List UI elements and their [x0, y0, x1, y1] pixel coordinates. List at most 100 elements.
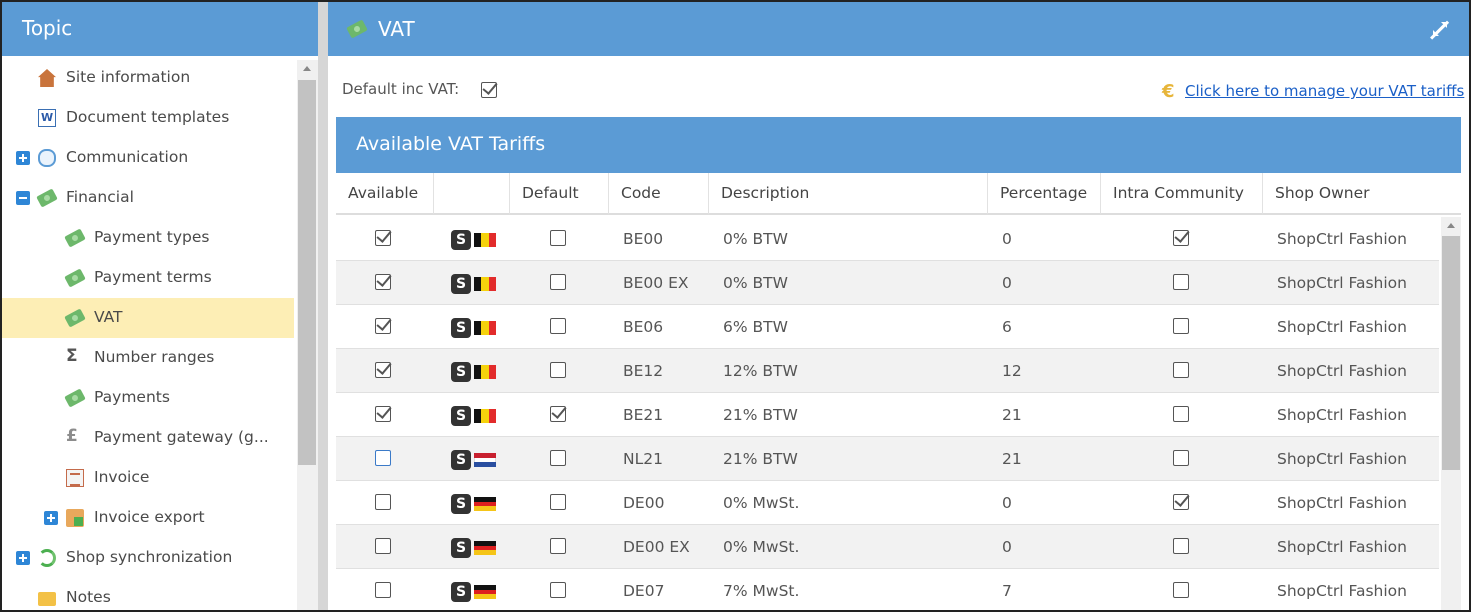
intra-community-checkbox[interactable] [1173, 362, 1189, 378]
tree-item-label: Payment types [94, 228, 210, 246]
vat-tariffs-grid: Available Default Code Description Percentag… [336, 173, 1461, 610]
available-checkbox[interactable] [375, 362, 391, 378]
grid-scrollbar[interactable] [1441, 217, 1461, 610]
flag-nl-icon [474, 453, 496, 468]
table-row[interactable]: S BE00 EX 0% BTW 0 ShopCtrl Fashion [336, 261, 1439, 305]
tree-item-label: Payments [94, 388, 170, 406]
intra-community-checkbox[interactable] [1173, 582, 1189, 598]
table-row[interactable]: S NL21 21% BTW 21 ShopCtrl Fashion [336, 437, 1439, 481]
available-checkbox[interactable] [375, 494, 391, 510]
default-checkbox[interactable] [550, 582, 566, 598]
col-shop-owner-header[interactable]: Shop Owner [1263, 173, 1461, 215]
tree-item-label: Invoice [94, 468, 150, 486]
table-row[interactable]: S BE12 12% BTW 12 ShopCtrl Fashion [336, 349, 1439, 393]
expand-icon[interactable] [1431, 20, 1449, 38]
tree-item-document-templates[interactable]: Document templates [2, 98, 294, 138]
tree-item-number-ranges[interactable]: Σ Number ranges [2, 338, 294, 378]
topic-scrollbar[interactable] [297, 60, 318, 610]
money-icon [64, 308, 86, 328]
topic-tree: Site information Document templates Commun… [2, 56, 294, 610]
shop-logo-icon: S [451, 538, 471, 558]
shop-logo-icon: S [451, 582, 471, 602]
shop-owner: ShopCtrl Fashion [1277, 362, 1407, 380]
table-row[interactable]: S BE21 21% BTW 21 ShopCtrl Fashion [336, 393, 1439, 437]
expand-plus-icon[interactable] [16, 151, 30, 165]
shop-owner: ShopCtrl Fashion [1277, 582, 1407, 600]
intra-community-checkbox[interactable] [1173, 274, 1189, 290]
default-checkbox[interactable] [550, 494, 566, 510]
flag-be-icon [474, 365, 496, 379]
available-checkbox[interactable] [375, 450, 391, 466]
tree-item-payment-terms[interactable]: Payment terms [2, 258, 294, 298]
tree-item-invoice-export[interactable]: Invoice export [2, 498, 294, 538]
vat-description: 7% MwSt. [723, 582, 800, 600]
tree-item-notes[interactable]: Notes [2, 578, 294, 610]
collapse-minus-icon[interactable] [16, 191, 30, 205]
scroll-up-arrow-icon[interactable] [303, 66, 311, 71]
flag-de-icon [474, 585, 496, 600]
tree-item-shop-synchronization[interactable]: Shop synchronization [2, 538, 294, 578]
tree-item-label: Payment gateway (g... [94, 428, 269, 446]
scrollbar-thumb[interactable] [298, 80, 316, 465]
shop-logo-icon: S [451, 274, 471, 294]
available-checkbox[interactable] [375, 274, 391, 290]
tree-item-payment-types[interactable]: Payment types [2, 218, 294, 258]
shop-owner: ShopCtrl Fashion [1277, 230, 1407, 248]
sigma-icon: Σ [66, 346, 78, 366]
table-row[interactable]: S DE07 7% MwSt. 7 ShopCtrl Fashion [336, 569, 1439, 610]
tree-item-invoice[interactable]: Invoice [2, 458, 294, 498]
col-country-header[interactable] [434, 173, 510, 215]
intra-community-checkbox[interactable] [1173, 494, 1189, 510]
default-checkbox[interactable] [550, 230, 566, 246]
available-checkbox[interactable] [375, 538, 391, 554]
vat-description: 0% BTW [723, 230, 788, 248]
available-checkbox[interactable] [375, 582, 391, 598]
col-default-header[interactable]: Default [510, 173, 609, 215]
default-checkbox[interactable] [550, 318, 566, 334]
table-row[interactable]: S DE00 EX 0% MwSt. 0 ShopCtrl Fashion [336, 525, 1439, 569]
default-inc-vat-checkbox[interactable] [481, 82, 497, 98]
col-intra-community-header[interactable]: Intra Community [1101, 173, 1263, 215]
tree-item-vat[interactable]: VAT [2, 298, 294, 338]
table-row[interactable]: S BE06 6% BTW 6 ShopCtrl Fashion [336, 305, 1439, 349]
invoice-icon [66, 469, 84, 487]
expand-plus-icon[interactable] [16, 551, 30, 565]
scrollbar-thumb[interactable] [1442, 236, 1460, 470]
tree-item-financial[interactable]: Financial [2, 178, 294, 218]
available-checkbox[interactable] [375, 406, 391, 422]
default-checkbox[interactable] [550, 274, 566, 290]
default-checkbox[interactable] [550, 406, 566, 422]
flag-be-icon [474, 409, 496, 423]
tree-item-site-information[interactable]: Site information [2, 58, 294, 98]
vat-code: DE00 [623, 494, 665, 512]
document-icon [38, 109, 56, 127]
tree-item-label: Notes [66, 588, 111, 606]
table-row[interactable]: S BE00 0% BTW 0 ShopCtrl Fashion [336, 217, 1439, 261]
tree-item-communication[interactable]: Communication [2, 138, 294, 178]
intra-community-checkbox[interactable] [1173, 318, 1189, 334]
vat-percentage: 12 [1002, 362, 1022, 380]
intra-community-checkbox[interactable] [1173, 406, 1189, 422]
manage-vat-tariffs-link[interactable]: Click here to manage your VAT tariffs [1185, 82, 1464, 100]
col-code-header[interactable]: Code [609, 173, 709, 215]
expand-arrows-icon [1433, 22, 1447, 36]
intra-community-checkbox[interactable] [1173, 230, 1189, 246]
col-available-header[interactable]: Available [336, 173, 434, 215]
available-checkbox[interactable] [375, 318, 391, 334]
tree-item-payment-gateway-g[interactable]: £ Payment gateway (g... [2, 418, 294, 458]
pound-icon: £ [66, 426, 78, 446]
default-checkbox[interactable] [550, 450, 566, 466]
col-percentage-header[interactable]: Percentage [988, 173, 1101, 215]
vat-code: BE00 EX [623, 274, 689, 292]
default-checkbox[interactable] [550, 538, 566, 554]
intra-community-checkbox[interactable] [1173, 450, 1189, 466]
table-row[interactable]: S DE00 0% MwSt. 0 ShopCtrl Fashion [336, 481, 1439, 525]
intra-community-checkbox[interactable] [1173, 538, 1189, 554]
default-checkbox[interactable] [550, 362, 566, 378]
tree-item-payments[interactable]: Payments [2, 378, 294, 418]
scroll-up-arrow-icon[interactable] [1447, 223, 1455, 228]
available-checkbox[interactable] [375, 230, 391, 246]
vat-code: NL21 [623, 450, 663, 468]
col-description-header[interactable]: Description [709, 173, 988, 215]
expand-plus-icon[interactable] [44, 511, 58, 525]
